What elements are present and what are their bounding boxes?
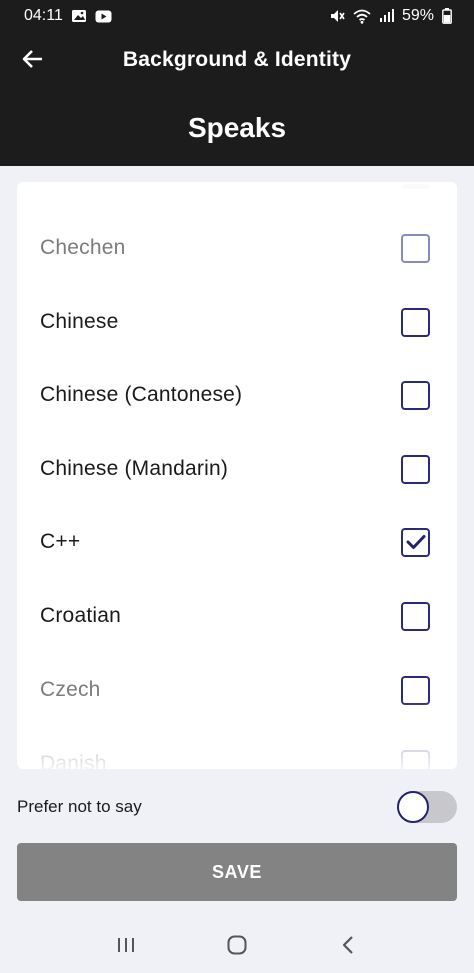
checkmark-icon <box>406 535 425 549</box>
list-item-chinese-mandarin[interactable]: Chinese (Mandarin) <box>17 432 457 506</box>
signal-icon <box>379 9 394 23</box>
battery-icon <box>442 8 452 24</box>
language-label: Chinese <box>40 310 119 333</box>
language-label: Czech <box>40 678 101 701</box>
checkbox[interactable] <box>401 675 430 705</box>
list-item-croatian[interactable]: Croatian <box>17 579 457 653</box>
back-icon <box>343 936 354 954</box>
prefer-not-to-say-label: Prefer not to say <box>17 797 142 816</box>
youtube-icon <box>95 10 112 23</box>
language-label: Croatian <box>40 604 121 627</box>
toggle-knob <box>397 791 429 823</box>
checkbox[interactable] <box>401 601 430 631</box>
arrow-left-icon <box>22 49 44 74</box>
language-list[interactable]: Chechen Chinese Chinese (Cantonese) Chin… <box>17 182 457 769</box>
recent-apps-icon <box>117 938 134 952</box>
checkbox[interactable] <box>401 233 430 263</box>
status-time: 04:11 <box>24 7 63 24</box>
home-icon <box>227 935 247 955</box>
list-item-cpp[interactable]: C++ <box>17 505 457 579</box>
header: Background & Identity Speaks <box>0 32 474 166</box>
language-label: C++ <box>40 530 81 553</box>
status-left: 04:11 <box>24 7 112 25</box>
list-item-chechen[interactable]: Chechen <box>17 211 457 285</box>
checkbox[interactable] <box>401 454 430 484</box>
language-label: Chinese (Mandarin) <box>40 457 229 480</box>
checkbox[interactable] <box>401 307 430 337</box>
back-button[interactable] <box>14 44 52 78</box>
list-item-chinese-cantonese[interactable]: Chinese (Cantonese) <box>17 358 457 432</box>
checkbox[interactable] <box>401 380 430 410</box>
checkbox[interactable] <box>401 749 430 769</box>
save-button[interactable]: SAVE <box>17 843 457 901</box>
prefer-not-to-say-row: Prefer not to say <box>0 786 474 828</box>
checkbox[interactable] <box>401 527 430 557</box>
language-label: Chinese (Cantonese) <box>40 383 243 406</box>
navigation-bar <box>0 917 474 973</box>
list-item-danish[interactable]: Danish <box>17 727 457 769</box>
nav-back-button[interactable] <box>318 923 378 967</box>
recent-apps-button[interactable] <box>96 923 156 967</box>
language-label: Chechen <box>40 236 126 259</box>
prefer-not-to-say-toggle[interactable] <box>397 791 457 823</box>
language-label: Danish <box>40 752 107 769</box>
home-button[interactable] <box>207 923 267 967</box>
page-title: Speaks <box>187 112 287 143</box>
list-item-chinese[interactable]: Chinese <box>17 285 457 359</box>
gallery-icon <box>71 9 87 23</box>
status-right: 59% <box>329 7 452 25</box>
list-item-czech[interactable]: Czech <box>17 653 457 727</box>
battery-percent: 59% <box>401 7 434 24</box>
mute-icon <box>329 8 345 24</box>
wifi-icon <box>353 9 371 24</box>
header-title: Background & Identity <box>122 48 352 71</box>
status-bar: 04:11 59% <box>0 0 474 32</box>
